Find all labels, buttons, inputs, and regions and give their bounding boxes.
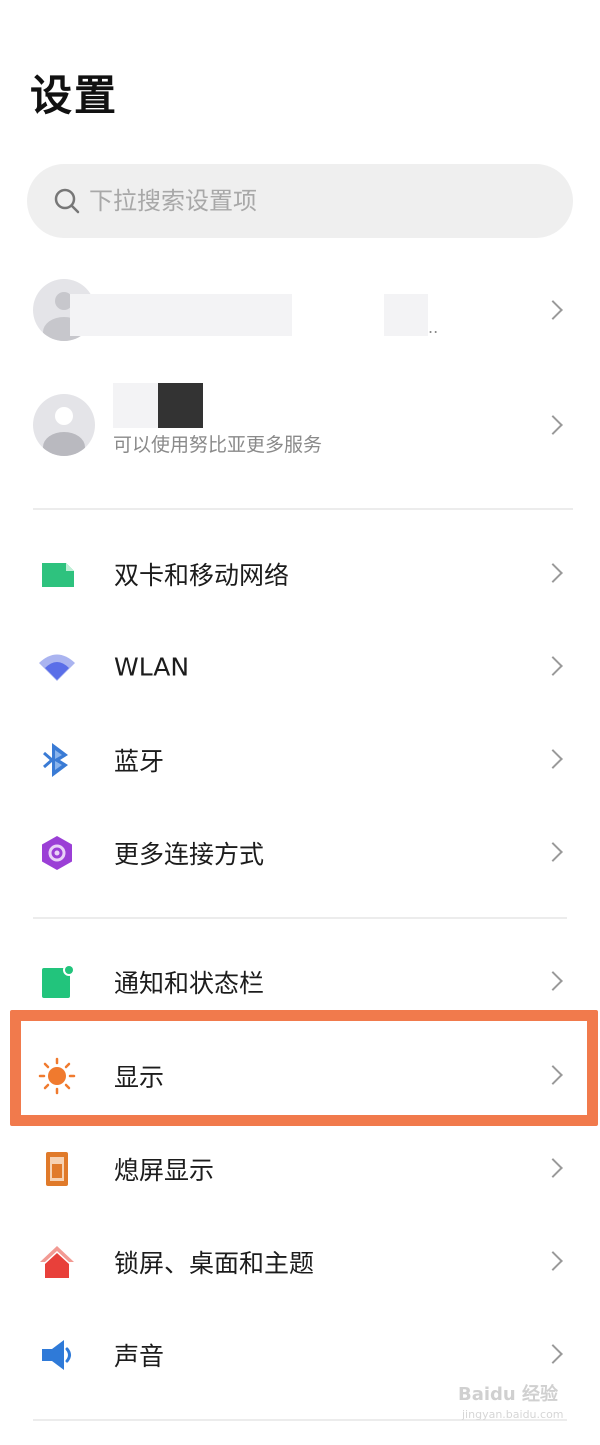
connection-icon [42, 836, 72, 870]
divider [33, 508, 573, 510]
settings-item-aod[interactable]: 熄屏显示 [0, 1124, 600, 1214]
item-label: 熄屏显示 [114, 1156, 215, 1185]
account-subtitle: 可以使用努比亚更多服务 [113, 434, 323, 456]
watermark-url: jingyan.baidu.com [462, 1408, 564, 1421]
settings-item-bluetooth[interactable]: 蓝牙 [0, 715, 600, 805]
chevron-right-icon [543, 1158, 563, 1178]
chevron-right-icon [543, 971, 563, 991]
account-row-nubia[interactable]: 可以使用努比亚更多服务 [0, 375, 600, 475]
chevron-right-icon [543, 563, 563, 583]
account-ellipsis: .. [428, 318, 439, 337]
settings-item-more-connections[interactable]: 更多连接方式 [0, 808, 600, 898]
highlight-box [10, 1010, 598, 1126]
redacted-username-dark [158, 383, 203, 428]
search-bar[interactable] [27, 164, 573, 238]
divider [33, 917, 567, 919]
search-icon [54, 188, 80, 214]
item-label: 双卡和移动网络 [114, 561, 290, 590]
chevron-right-icon [543, 300, 563, 320]
chevron-right-icon [543, 749, 563, 769]
item-label: 更多连接方式 [114, 840, 265, 869]
item-label: 通知和状态栏 [114, 969, 265, 998]
redacted-account-name [70, 294, 292, 336]
page-title: 设置 [30, 71, 119, 120]
wifi-icon [39, 654, 75, 681]
chevron-right-icon [543, 1344, 563, 1364]
item-label: WLAN [114, 652, 190, 682]
account-row-primary[interactable]: .. [0, 260, 600, 360]
chevron-right-icon [543, 842, 563, 862]
avatar [33, 394, 95, 456]
notification-icon [42, 964, 75, 998]
home-theme-icon [40, 1246, 74, 1278]
sim-card-icon [42, 563, 74, 587]
chevron-right-icon [543, 415, 563, 435]
chevron-right-icon [543, 656, 563, 676]
speaker-icon [42, 1340, 71, 1370]
chevron-right-icon [543, 1251, 563, 1271]
settings-item-wlan[interactable]: WLAN [0, 622, 600, 712]
item-label: 蓝牙 [114, 747, 165, 776]
search-input[interactable] [89, 187, 529, 215]
item-label: 声音 [114, 1342, 165, 1371]
bluetooth-icon [43, 743, 68, 777]
aod-icon [46, 1152, 68, 1186]
item-label: 锁屏、桌面和主题 [114, 1249, 315, 1278]
watermark: Baidu 经验 [458, 1384, 559, 1405]
settings-item-sim-network[interactable]: 双卡和移动网络 [0, 529, 600, 619]
redacted-account-info [384, 294, 428, 336]
settings-item-lockscreen-theme[interactable]: 锁屏、桌面和主题 [0, 1217, 600, 1307]
redacted-username [113, 383, 158, 428]
